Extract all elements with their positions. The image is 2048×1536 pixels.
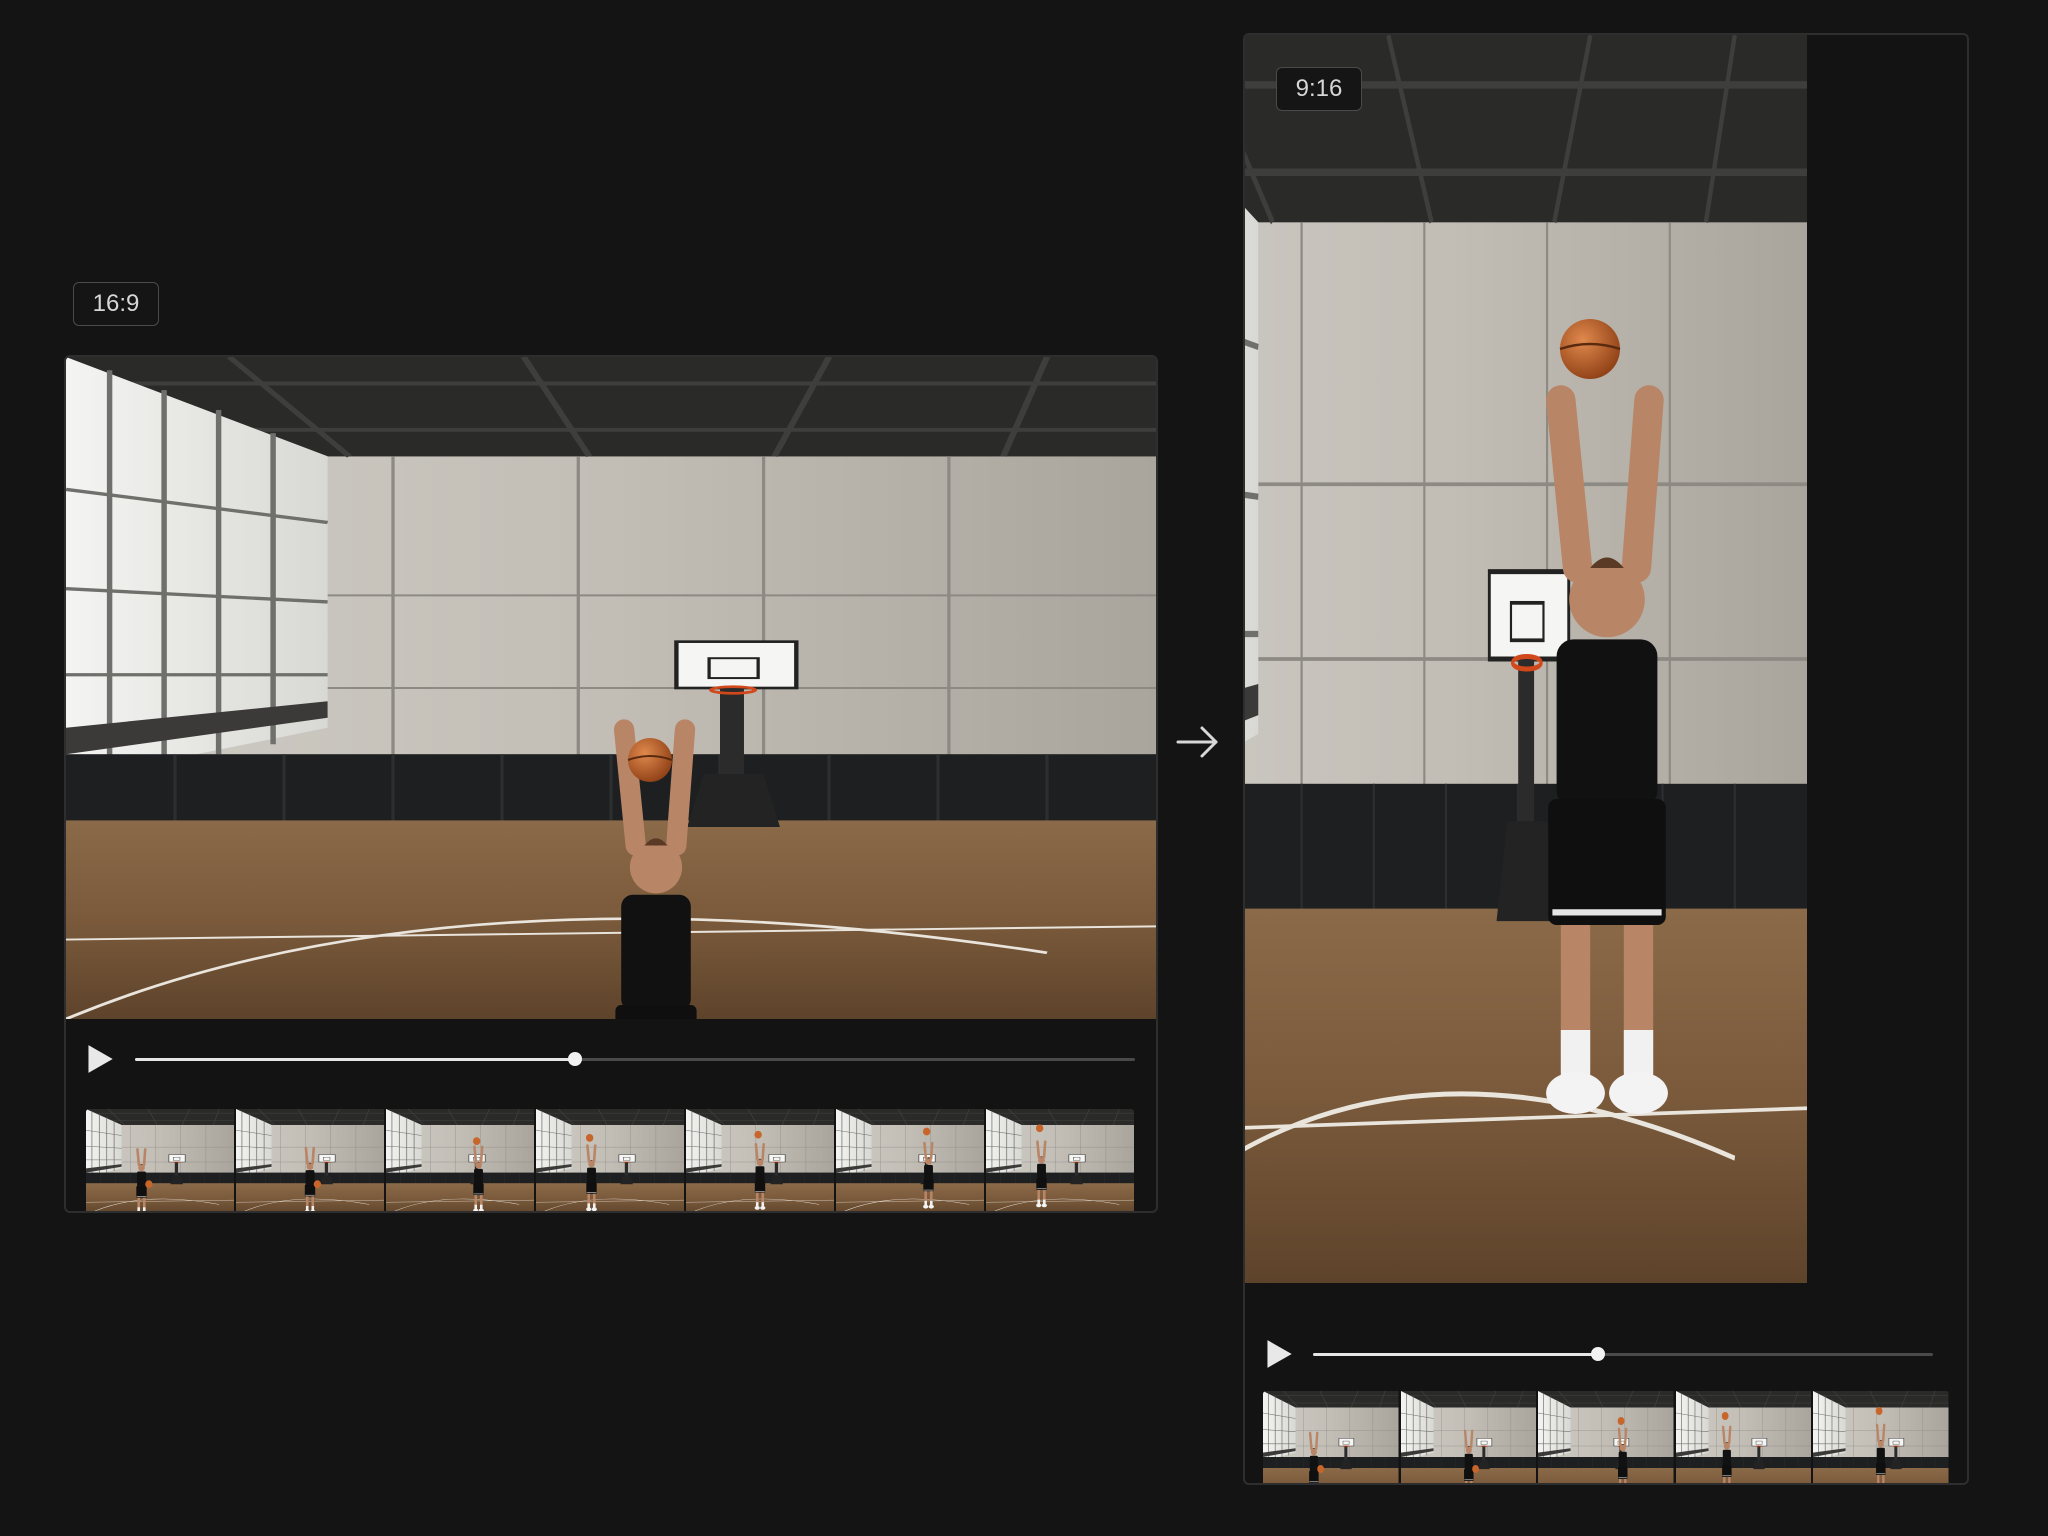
thumbnail-gather[interactable] — [536, 1109, 684, 1211]
video-panel-portrait: 9:16 — [1243, 33, 1969, 1485]
gym-scene-image-portrait — [1245, 35, 1967, 1283]
thumbnail-gather[interactable] — [1538, 1391, 1674, 1483]
progress-handle[interactable] — [1591, 1347, 1606, 1361]
playback-controls-landscape — [66, 1019, 1156, 1211]
thumbnail-set[interactable] — [386, 1109, 534, 1211]
thumbnail-rise[interactable] — [1675, 1391, 1812, 1483]
thumbnail-follow-through[interactable] — [986, 1109, 1134, 1211]
progress-fill — [135, 1057, 575, 1061]
aspect-ratio-badge-16-9: 16:9 — [73, 282, 159, 326]
playback-controls-portrait — [1245, 1283, 1967, 1483]
thumbnail-dribble[interactable] — [86, 1109, 234, 1211]
progress-handle[interactable] — [568, 1052, 582, 1066]
progress-scrubber-portrait[interactable] — [1313, 1344, 1933, 1364]
video-panel-landscape — [64, 355, 1158, 1213]
thumbnail-dribble[interactable] — [1263, 1391, 1399, 1483]
play-icon[interactable] — [1265, 1339, 1293, 1369]
thumbnail-rise[interactable] — [686, 1109, 834, 1211]
thumbnail-release[interactable] — [1813, 1391, 1949, 1483]
thumbnail-release[interactable] — [836, 1109, 984, 1211]
arrow-right-icon — [1174, 722, 1222, 762]
gym-scene-image — [66, 357, 1156, 1019]
thumbnail-stance[interactable] — [236, 1109, 384, 1211]
thumbnail-strip-portrait[interactable] — [1263, 1391, 1949, 1483]
play-icon[interactable] — [86, 1044, 114, 1074]
aspect-ratio-badge-9-16: 9:16 — [1276, 67, 1362, 111]
progress-fill — [1313, 1352, 1599, 1356]
video-frame-landscape[interactable] — [66, 357, 1156, 1019]
progress-scrubber-landscape[interactable] — [135, 1049, 1135, 1069]
thumbnail-strip-landscape[interactable] — [86, 1109, 1134, 1211]
video-frame-portrait[interactable] — [1245, 35, 1967, 1283]
thumbnail-set[interactable] — [1400, 1391, 1537, 1483]
